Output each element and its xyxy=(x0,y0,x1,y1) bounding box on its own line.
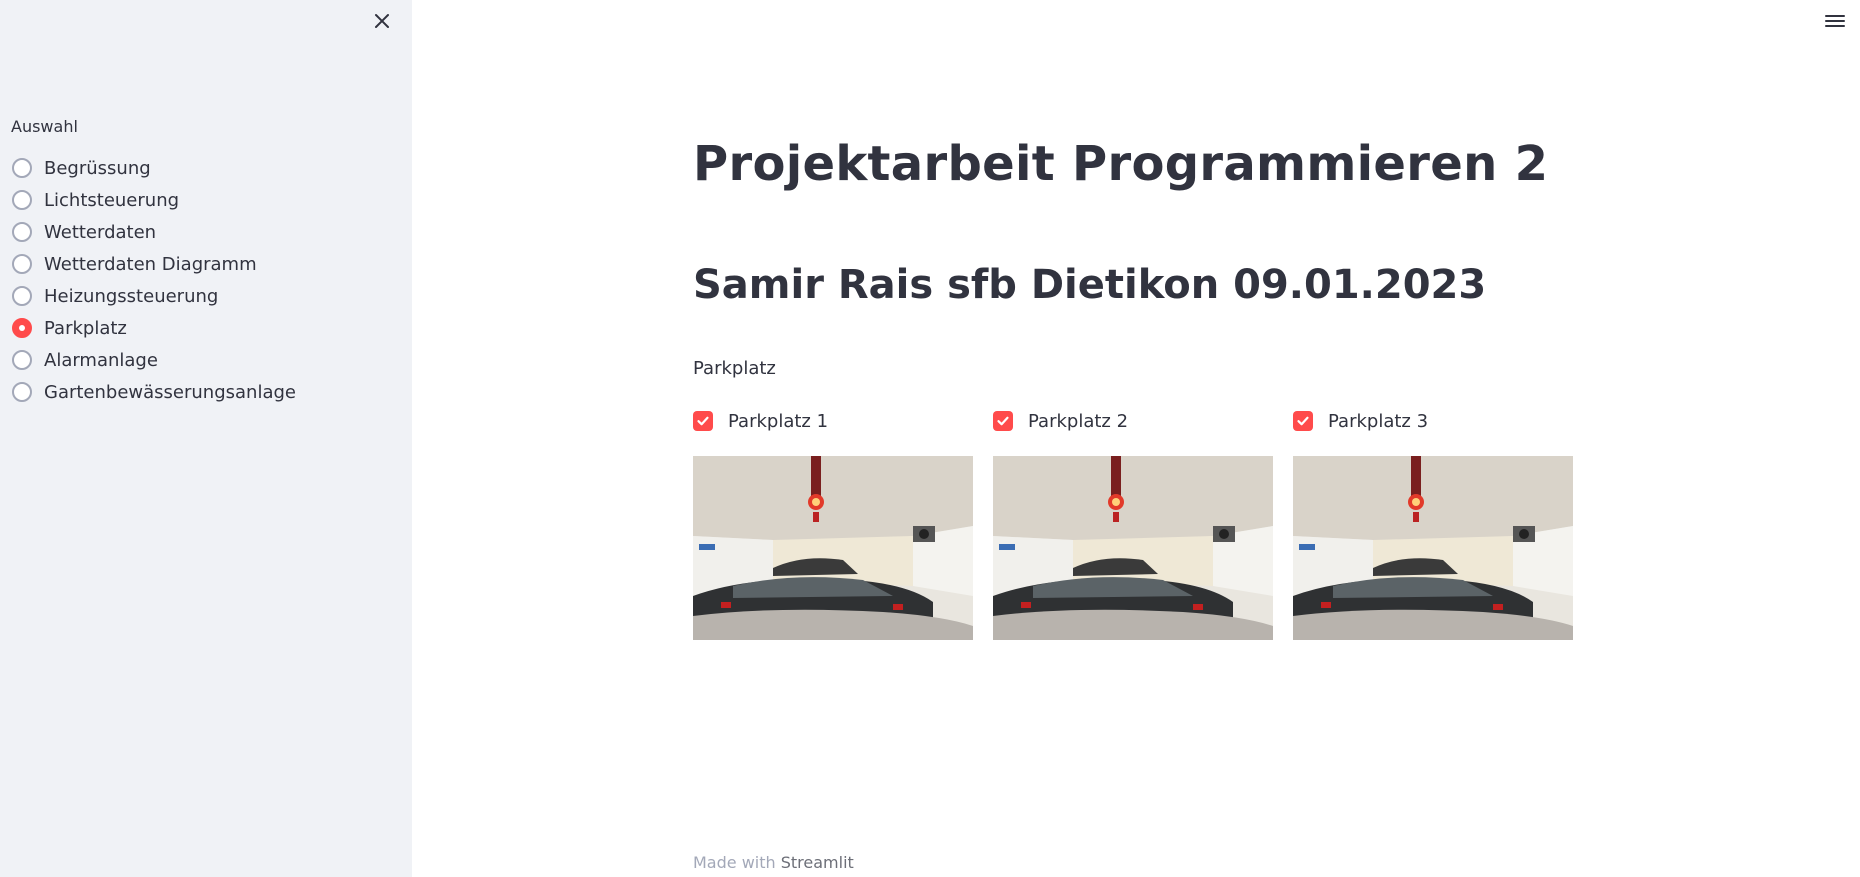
close-sidebar-button[interactable] xyxy=(369,8,395,34)
streamlit-app: Auswahl Begrüssung Lichtsteuerung Wetter… xyxy=(0,0,1860,877)
radio-option-wetterdaten[interactable]: Wetterdaten xyxy=(12,216,296,248)
page-subtitle: Samir Rais sfb Dietikon 09.01.2023 xyxy=(693,262,1487,308)
radio-option-label: Alarmanlage xyxy=(44,349,158,371)
parkplatz-1-checkbox[interactable]: Parkplatz 1 xyxy=(693,408,973,434)
checkbox-label: Parkplatz 2 xyxy=(1028,410,1129,432)
radio-option-label: Wetterdaten xyxy=(44,221,157,243)
section-label: Parkplatz xyxy=(693,358,776,379)
radio-option-lichtsteuerung[interactable]: Lichtsteuerung xyxy=(12,184,296,216)
close-icon xyxy=(375,14,389,28)
hamburger-menu-icon xyxy=(1825,15,1845,27)
main-menu-button[interactable] xyxy=(1820,8,1850,34)
checkbox-checked[interactable] xyxy=(693,411,713,431)
parking-garage-photo xyxy=(993,456,1273,640)
checkbox-label: Parkplatz 1 xyxy=(728,410,829,432)
radio-option-wetterdaten-diagramm[interactable]: Wetterdaten Diagramm xyxy=(12,248,296,280)
parkplatz-3-checkbox[interactable]: Parkplatz 3 xyxy=(1293,408,1573,434)
parking-garage-photo xyxy=(693,456,973,640)
check-icon xyxy=(1297,416,1309,426)
radio-option-label: Begrüssung xyxy=(44,157,151,179)
radio-option-begruessung[interactable]: Begrüssung xyxy=(12,152,296,184)
radio-option-label: Heizungssteuerung xyxy=(44,285,219,307)
radio-option-gartenbewaesserungsanlage[interactable]: Gartenbewässerungsanlage xyxy=(12,376,296,408)
check-icon xyxy=(997,416,1009,426)
parking-garage-image xyxy=(993,456,1273,640)
radio-option-label: Lichtsteuerung xyxy=(44,189,180,211)
radio-option-parkplatz[interactable]: Parkplatz xyxy=(12,312,296,344)
parking-garage-photo xyxy=(1293,456,1573,640)
checkbox-label: Parkplatz 3 xyxy=(1328,410,1429,432)
radio-button[interactable] xyxy=(12,286,32,306)
streamlit-link[interactable]: Streamlit xyxy=(781,853,854,872)
radio-option-label: Wetterdaten Diagramm xyxy=(44,253,257,275)
footer: Made with Streamlit xyxy=(693,853,854,872)
radio-button[interactable] xyxy=(12,158,32,178)
parking-garage-image xyxy=(1293,456,1573,640)
parking-column-1: Parkplatz 1 xyxy=(693,408,973,640)
radio-button[interactable] xyxy=(12,222,32,242)
checkbox-checked[interactable] xyxy=(1293,411,1313,431)
parkplatz-2-checkbox[interactable]: Parkplatz 2 xyxy=(993,408,1273,434)
radio-button[interactable] xyxy=(12,350,32,370)
radio-button[interactable] xyxy=(12,190,32,210)
parking-columns: Parkplatz 1 Parkplatz 2 Parkplatz 3 xyxy=(693,408,1573,640)
radio-option-alarmanlage[interactable]: Alarmanlage xyxy=(12,344,296,376)
footer-prefix: Made with xyxy=(693,853,776,872)
page-title: Projektarbeit Programmieren 2 xyxy=(693,136,1549,192)
sidebar: Auswahl Begrüssung Lichtsteuerung Wetter… xyxy=(0,0,412,877)
radio-option-label: Gartenbewässerungsanlage xyxy=(44,381,296,403)
radio-button-selected[interactable] xyxy=(12,318,32,338)
navigation-radio-group: Begrüssung Lichtsteuerung Wetterdaten We… xyxy=(12,152,296,408)
parking-column-2: Parkplatz 2 xyxy=(993,408,1273,640)
parking-garage-image xyxy=(693,456,973,640)
checkbox-checked[interactable] xyxy=(993,411,1013,431)
radio-button[interactable] xyxy=(12,254,32,274)
radio-button[interactable] xyxy=(12,382,32,402)
radio-option-heizungssteuerung[interactable]: Heizungssteuerung xyxy=(12,280,296,312)
check-icon xyxy=(697,416,709,426)
radio-option-label: Parkplatz xyxy=(44,317,127,339)
parking-column-3: Parkplatz 3 xyxy=(1293,408,1573,640)
radio-group-label: Auswahl xyxy=(11,117,78,136)
